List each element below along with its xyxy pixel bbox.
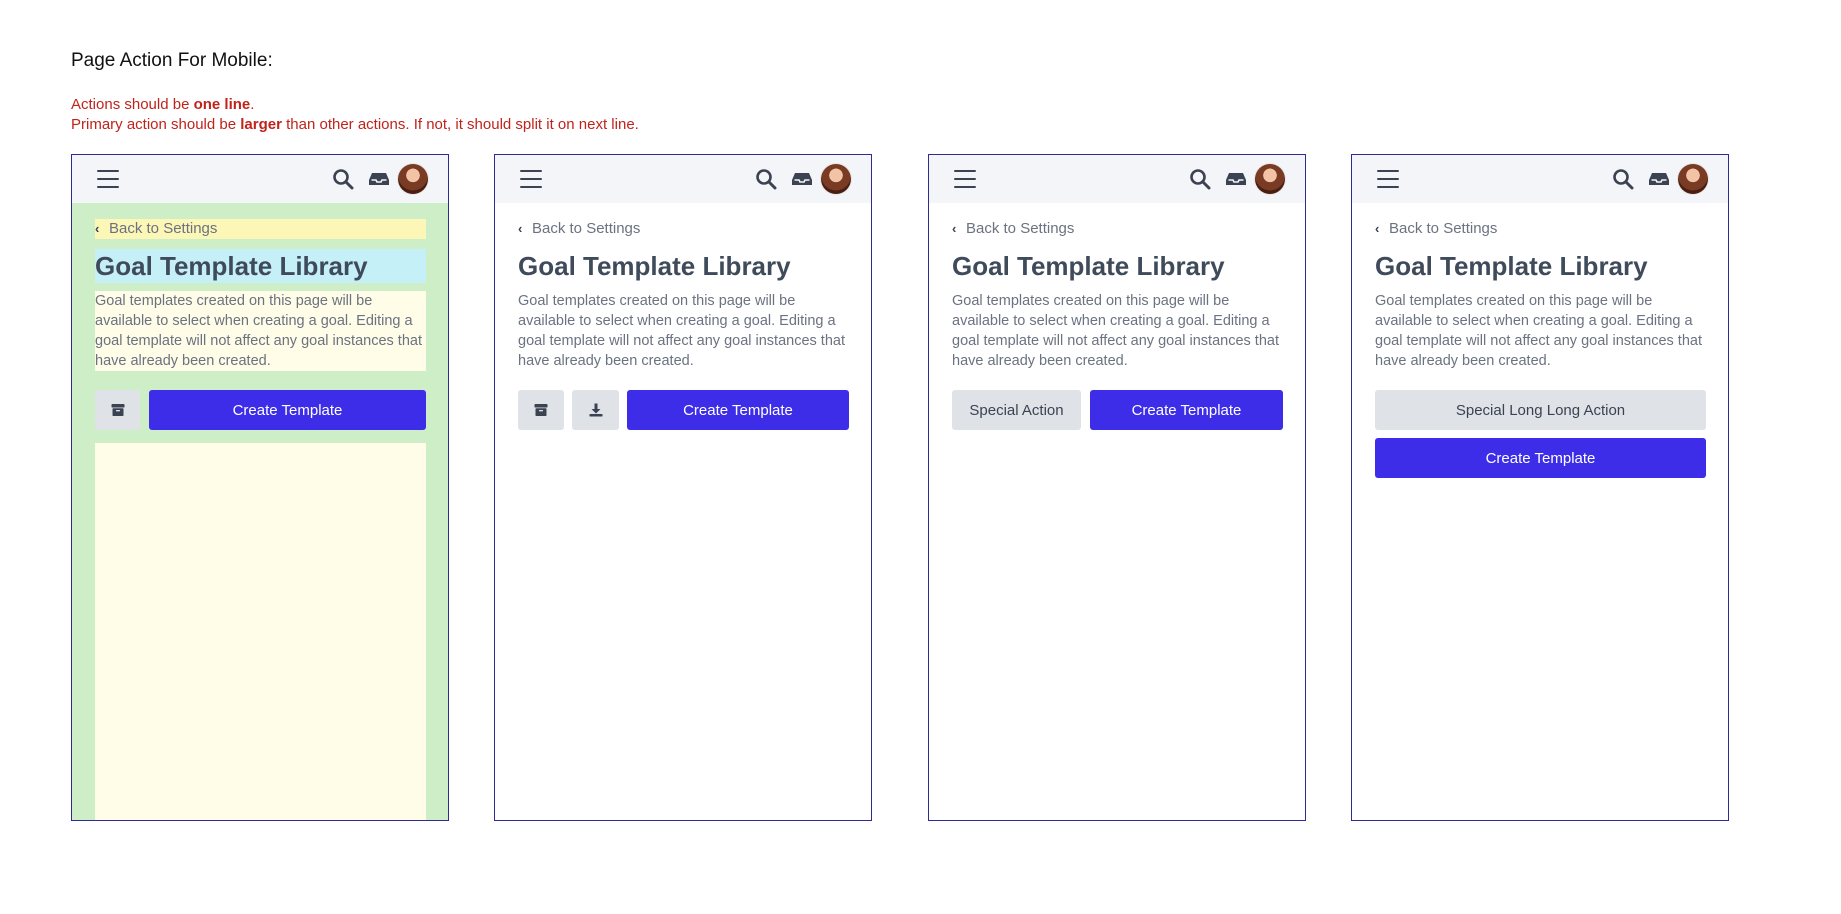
create-template-button[interactable]: Create Template (1375, 438, 1706, 478)
avatar[interactable] (1678, 164, 1708, 194)
annotated-content-region (95, 443, 426, 820)
back-link[interactable]: ‹ Back to Settings (95, 219, 426, 239)
page-heading: Page Action For Mobile: (71, 50, 273, 71)
screen-description: Goal templates created on this page will… (1375, 293, 1702, 369)
special-long-action-button[interactable]: Special Long Long Action (1375, 390, 1706, 430)
inbox-icon[interactable] (1649, 171, 1669, 187)
chevron-left-icon: ‹ (1375, 221, 1380, 236)
screen-title: Goal Template Library (952, 251, 1225, 281)
mockup-annotated: ‹ Back to Settings Goal Template Library … (71, 154, 449, 821)
back-link[interactable]: ‹ Back to Settings (1375, 219, 1706, 239)
top-bar (1352, 155, 1728, 203)
search-icon[interactable] (755, 168, 777, 190)
hamburger-menu-icon[interactable] (97, 170, 119, 188)
create-template-button[interactable]: Create Template (627, 390, 849, 430)
note-2-post: than other actions. If not, it should sp… (281, 116, 639, 133)
archive-button[interactable] (518, 390, 564, 430)
create-template-button[interactable]: Create Template (149, 390, 426, 430)
action-row: Special Action Create Template (952, 390, 1283, 430)
back-link[interactable]: ‹ Back to Settings (518, 219, 849, 239)
content-area: ‹ Back to Settings Goal Template Library … (952, 203, 1283, 820)
note-2-bold: larger (240, 116, 282, 133)
hamburger-menu-icon[interactable] (520, 170, 542, 188)
create-template-button[interactable]: Create Template (1090, 390, 1283, 430)
note-2-pre: Primary action should be (71, 116, 241, 133)
chevron-left-icon: ‹ (518, 221, 523, 236)
avatar[interactable] (821, 164, 851, 194)
content-area: ‹ Back to Settings Goal Template Library … (518, 203, 849, 820)
action-row: Create Template (518, 390, 849, 430)
avatar[interactable] (398, 164, 428, 194)
search-icon[interactable] (1612, 168, 1634, 190)
note-line-1: Actions should be one line. (71, 96, 254, 113)
hamburger-menu-icon[interactable] (954, 170, 976, 188)
mockup-split-actions: ‹ Back to Settings Goal Template Library … (1351, 154, 1729, 821)
chevron-left-icon: ‹ (95, 221, 100, 236)
inbox-icon[interactable] (792, 171, 812, 187)
mockup-icon-actions: ‹ Back to Settings Goal Template Library … (494, 154, 872, 821)
back-link-label: Back to Settings (532, 220, 641, 237)
note-1-bold: one line (193, 96, 251, 113)
download-icon (589, 403, 602, 417)
top-bar (72, 155, 448, 203)
action-row: Create Template (95, 390, 426, 430)
hamburger-menu-icon[interactable] (1377, 170, 1399, 188)
screen-description: Goal templates created on this page will… (518, 293, 845, 369)
note-1-post: . (250, 96, 255, 113)
top-bar (495, 155, 871, 203)
content-area: ‹ Back to Settings Goal Template Library … (95, 203, 426, 820)
inbox-icon[interactable] (1226, 171, 1246, 187)
note-line-2: Primary action should be larger than oth… (71, 116, 639, 133)
screen-title: Goal Template Library (518, 251, 791, 281)
archive-icon (534, 404, 548, 416)
back-link-label: Back to Settings (109, 220, 218, 237)
back-link[interactable]: ‹ Back to Settings (952, 219, 1283, 239)
inbox-icon[interactable] (369, 171, 389, 187)
screen-title: Goal Template Library (95, 249, 426, 283)
top-bar (929, 155, 1305, 203)
screen-title: Goal Template Library (1375, 251, 1648, 281)
content-area: ‹ Back to Settings Goal Template Library … (1375, 203, 1706, 820)
mockup-text-action: ‹ Back to Settings Goal Template Library … (928, 154, 1306, 821)
avatar[interactable] (1255, 164, 1285, 194)
search-icon[interactable] (332, 168, 354, 190)
download-button[interactable] (572, 390, 619, 430)
archive-button[interactable] (95, 390, 140, 430)
archive-icon (111, 404, 124, 416)
search-icon[interactable] (1189, 168, 1211, 190)
back-link-label: Back to Settings (1389, 220, 1498, 237)
note-1-pre: Actions should be (71, 96, 194, 113)
back-link-label: Back to Settings (966, 220, 1075, 237)
special-action-button[interactable]: Special Action (952, 390, 1081, 430)
screen-description: Goal templates created on this page will… (952, 293, 1279, 369)
screen-description: Goal templates created on this page will… (95, 291, 426, 371)
chevron-left-icon: ‹ (952, 221, 957, 236)
